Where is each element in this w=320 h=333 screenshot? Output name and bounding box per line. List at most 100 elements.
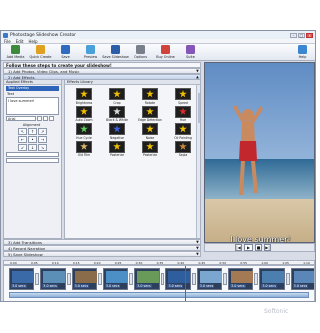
audio-track[interactable] [9,292,309,298]
effect-item[interactable]: Posterize [135,140,165,157]
slides-track: 3.0 secs 3.0 secs 3.0 secs 3.0 secs 3.0 secs… [4,268,314,290]
transition-slot[interactable] [66,273,71,285]
effect-item[interactable]: Sepia [168,140,198,157]
library-scroll-thumb[interactable] [197,93,200,123]
step-save-slideshow[interactable]: 5) Save Slideshow ▼ [3,251,201,257]
star-icon [179,107,187,115]
slide-thumbnail [105,271,128,283]
color-picker[interactable] [49,116,54,121]
slide-duration: 3.0 secs [42,284,58,288]
preview-panel: I love summer! [204,62,315,243]
timeline-slide[interactable]: 3.0 secs [40,268,66,290]
timeline-slide[interactable]: 3.0 secs [71,268,97,290]
save-icon [61,45,70,54]
italic-toggle[interactable] [43,116,48,121]
menu-edit[interactable]: Edit [16,39,24,44]
overlay-text-input[interactable]: I love summer! [6,97,59,115]
effect-item[interactable]: Black & White [102,105,132,122]
transition-slot[interactable] [191,273,196,285]
chevron-down-icon: ▼ [196,69,199,73]
effect-item[interactable]: Noise [135,123,165,140]
slide-duration: 3.0 secs [104,284,121,288]
timeline-slide[interactable]: 3.0 secs [165,268,191,290]
star-icon [179,90,187,98]
align-top-left-button[interactable]: ↖ [18,128,27,135]
transition-slot[interactable] [129,273,134,285]
effect-item[interactable]: Edge Detection [135,105,165,122]
cart-icon [161,45,170,54]
effect-item[interactable]: Posterize [102,140,132,157]
align-top-button[interactable]: ↑ [28,128,37,135]
effect-label: Oil Painting [174,135,192,140]
align-bottom-button[interactable]: ↓ [28,144,37,151]
step-save-slideshow-label: 5) Save Slideshow [8,252,43,257]
help-button[interactable]: Help [290,44,315,59]
maximize-button[interactable]: □ [298,32,305,38]
align-top-right-button[interactable]: ↗ [38,128,47,135]
animation-select[interactable] [6,152,59,157]
effect-item[interactable]: Auto Zoom [69,105,99,122]
timeline-slide[interactable]: 3.0 secs [196,268,223,290]
transition-slot[interactable] [97,273,102,285]
star-icon [146,125,154,133]
library-scrollbar[interactable] [196,85,200,238]
timeline-slide[interactable]: 3.0 secs [134,268,160,290]
align-left-button[interactable]: ← [18,136,27,143]
buy-online-button[interactable]: Buy Online [153,44,178,59]
effect-item[interactable]: Oil Painting [168,123,198,140]
play-button[interactable]: ▶ [244,244,253,251]
add-media-button[interactable]: Add Media [3,44,28,59]
transition-slot[interactable] [160,273,165,285]
transition-slot[interactable] [223,273,228,285]
effect-item[interactable]: Brightness [69,88,99,105]
timeline-slide[interactable]: 3.0 secs [102,268,129,290]
slide-thumbnail [43,271,66,283]
menu-file[interactable]: File [4,39,11,44]
align-center-button[interactable]: • [28,136,37,143]
effect-item[interactable]: Speed [168,88,198,105]
timeline-slide[interactable]: 3.0 secs [9,268,35,290]
effect-item[interactable]: Negative [102,123,132,140]
ruler-tick-label: 0:30 [135,260,143,265]
suite-label: Suite [186,55,195,59]
transition-slot[interactable] [285,273,290,285]
minimize-button[interactable]: – [290,32,297,38]
align-right-button[interactable]: → [38,136,47,143]
quick-create-button[interactable]: Quick Create [28,44,53,59]
playhead[interactable] [185,266,186,301]
duration-select[interactable] [6,158,59,163]
applied-effect-item[interactable]: Text Overlay [6,86,59,91]
timeline-slide[interactable]: 3.0 secs [290,268,314,290]
previous-button[interactable]: |◀ [235,244,242,251]
effect-item[interactable]: Crop [102,88,132,105]
effect-thumbnail [175,140,191,153]
effect-item[interactable]: Old Film [69,140,99,157]
effect-item[interactable]: Hue Cycle [69,123,99,140]
menu-help[interactable]: Help [28,39,37,44]
save-slideshow-button[interactable]: Save Slideshow [102,44,129,59]
bold-toggle[interactable] [37,116,42,121]
suite-button[interactable]: Suite [178,44,203,59]
star-icon [80,90,88,98]
timeline-slide[interactable]: 3.0 secs [259,268,285,290]
align-bottom-right-button[interactable]: ↘ [38,144,47,151]
watermark: Softonic [264,308,289,315]
options-button[interactable]: Options [128,44,153,59]
transition-slot[interactable] [35,273,40,285]
next-button[interactable]: ▶| [264,244,271,251]
star-icon [179,125,187,133]
close-button[interactable]: x [306,32,313,38]
effect-label: Auto Zoom [75,118,93,122]
step-add-photos-label: 1) Add Photos, Video Clips, and Music [8,69,80,74]
effect-item[interactable]: Rotate [135,88,165,105]
timeline-slide[interactable]: 3.0 secs [228,268,254,290]
font-select[interactable]: Arial [6,116,36,121]
effect-item[interactable]: Hue [168,105,198,122]
timeline: 3.0 secs 3.0 secs 3.0 secs 3.0 secs 3.0 secs… [3,265,315,301]
ruler-tick-label: 0:50 [219,260,227,265]
transition-slot[interactable] [254,273,259,285]
align-bottom-left-button[interactable]: ↙ [18,144,27,151]
stop-button[interactable]: ■ [255,244,262,251]
save-button[interactable]: Save [53,44,78,59]
preview-button[interactable]: Preview [78,44,103,59]
